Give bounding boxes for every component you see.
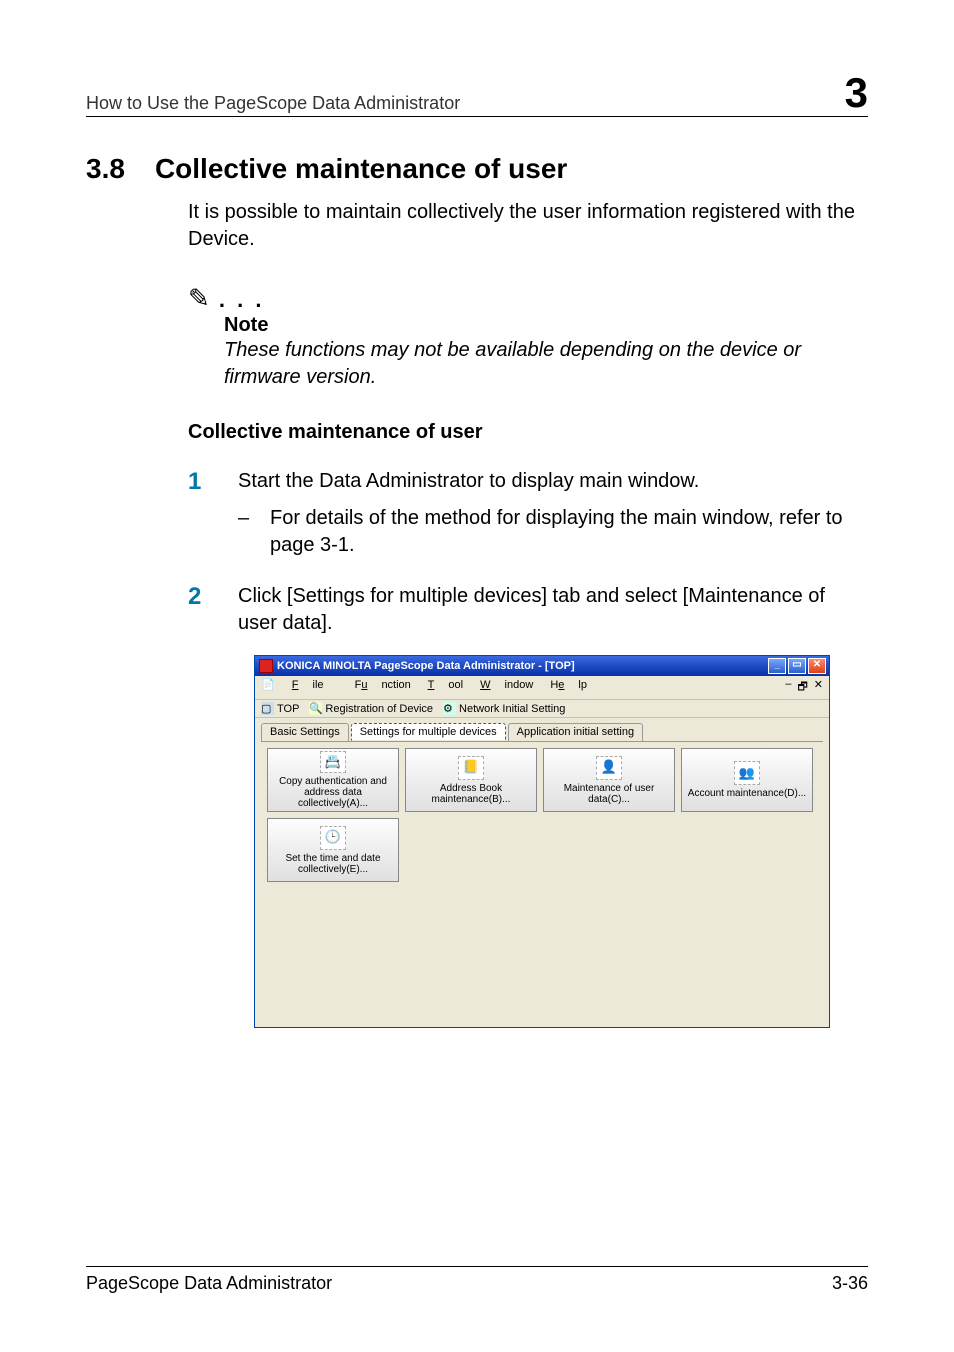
section-number: 3.8 (86, 153, 125, 185)
network-icon: ⚙ (443, 702, 456, 715)
window-title: KONICA MINOLTA PageScope Data Administra… (277, 660, 575, 672)
chapter-number: 3 (845, 72, 868, 114)
intro-paragraph: It is possible to maintain collectively … (188, 199, 868, 253)
note-text: These functions may not be available dep… (224, 337, 868, 391)
menu-tool[interactable]: Tool (428, 679, 463, 691)
copy-auth-label: Copy authentication and address data col… (270, 776, 396, 809)
menu-bar: 📄 File Function Tool Window Help – 🗗 ✕ (255, 676, 829, 699)
mdi-minimize[interactable]: – (785, 678, 791, 697)
account-maint-button[interactable]: 👥 Account maintenance(D)... (681, 748, 813, 812)
address-book-icon: 📒 (458, 756, 484, 780)
running-header: How to Use the PageScope Data Administra… (86, 93, 460, 114)
tabs: Basic Settings Settings for multiple dev… (255, 718, 829, 741)
note-heading: Note (224, 314, 868, 337)
ellipsis-icon: . . . (210, 287, 265, 312)
address-book-button[interactable]: 📒 Address Book maintenance(B)... (405, 748, 537, 812)
toolbar-network[interactable]: ⚙ Network Initial Setting (443, 702, 565, 715)
app-icon (259, 659, 273, 673)
mdi-restore[interactable]: 🗗 (797, 678, 807, 697)
toolbar-registration[interactable]: 🔍 Registration of Device (309, 702, 433, 715)
title-bar[interactable]: KONICA MINOLTA PageScope Data Administra… (255, 656, 829, 676)
menu-help[interactable]: Help (550, 679, 587, 691)
device-book-icon: 📇 (320, 751, 346, 773)
set-time-label: Set the time and date collectively(E)... (270, 853, 396, 875)
mdi-close[interactable]: ✕ (814, 678, 823, 697)
maint-user-label: Maintenance of user data(C)... (546, 783, 672, 805)
maximize-button[interactable]: ▭ (788, 658, 806, 674)
menu-window[interactable]: Window (480, 679, 533, 691)
step-text-1: Start the Data Administrator to display … (238, 470, 699, 492)
tab-panel: 📇 Copy authentication and address data c… (261, 741, 823, 1021)
magnify-icon: 🔍 (309, 702, 322, 715)
section-title: Collective maintenance of user (155, 153, 567, 185)
toolbar-top[interactable]: ▢ TOP (261, 702, 299, 715)
pencil-icon: ✎ (188, 283, 210, 314)
footer-right: 3-36 (832, 1273, 868, 1294)
account-maint-label: Account maintenance(D)... (688, 788, 806, 799)
step-number-2: 2 (188, 583, 208, 637)
maint-user-button[interactable]: 👤 Maintenance of user data(C)... (543, 748, 675, 812)
minimize-button[interactable]: _ (768, 658, 786, 674)
tab-application-initial[interactable]: Application initial setting (508, 723, 643, 741)
substep-text-1: For details of the method for displaying… (270, 505, 868, 559)
set-time-button[interactable]: 🕒 Set the time and date collectively(E).… (267, 818, 399, 882)
copy-auth-button[interactable]: 📇 Copy authentication and address data c… (267, 748, 399, 812)
menu-file[interactable]: File (292, 679, 338, 691)
tool-bar: ▢ TOP 🔍 Registration of Device ⚙ Network… (255, 699, 829, 718)
tab-settings-multiple-devices[interactable]: Settings for multiple devices (351, 723, 506, 741)
tab-basic-settings[interactable]: Basic Settings (261, 723, 349, 741)
clock-calendar-icon: 🕒 (320, 826, 346, 850)
substep-dash: – (238, 505, 252, 559)
address-book-label: Address Book maintenance(B)... (408, 783, 534, 805)
close-button[interactable]: ✕ (808, 658, 826, 674)
step-number-1: 1 (188, 468, 208, 559)
app-window: KONICA MINOLTA PageScope Data Administra… (254, 655, 830, 1028)
menu-function[interactable]: Function (355, 679, 411, 691)
user-icon: 👤 (596, 756, 622, 780)
page-icon: ▢ (261, 702, 274, 715)
doc-icon: 📄 (261, 679, 275, 691)
step-text-2: Click [Settings for multiple devices] ta… (238, 585, 825, 634)
subheading: Collective maintenance of user (188, 421, 868, 444)
users-icon: 👥 (734, 761, 760, 785)
footer-left: PageScope Data Administrator (86, 1273, 332, 1294)
